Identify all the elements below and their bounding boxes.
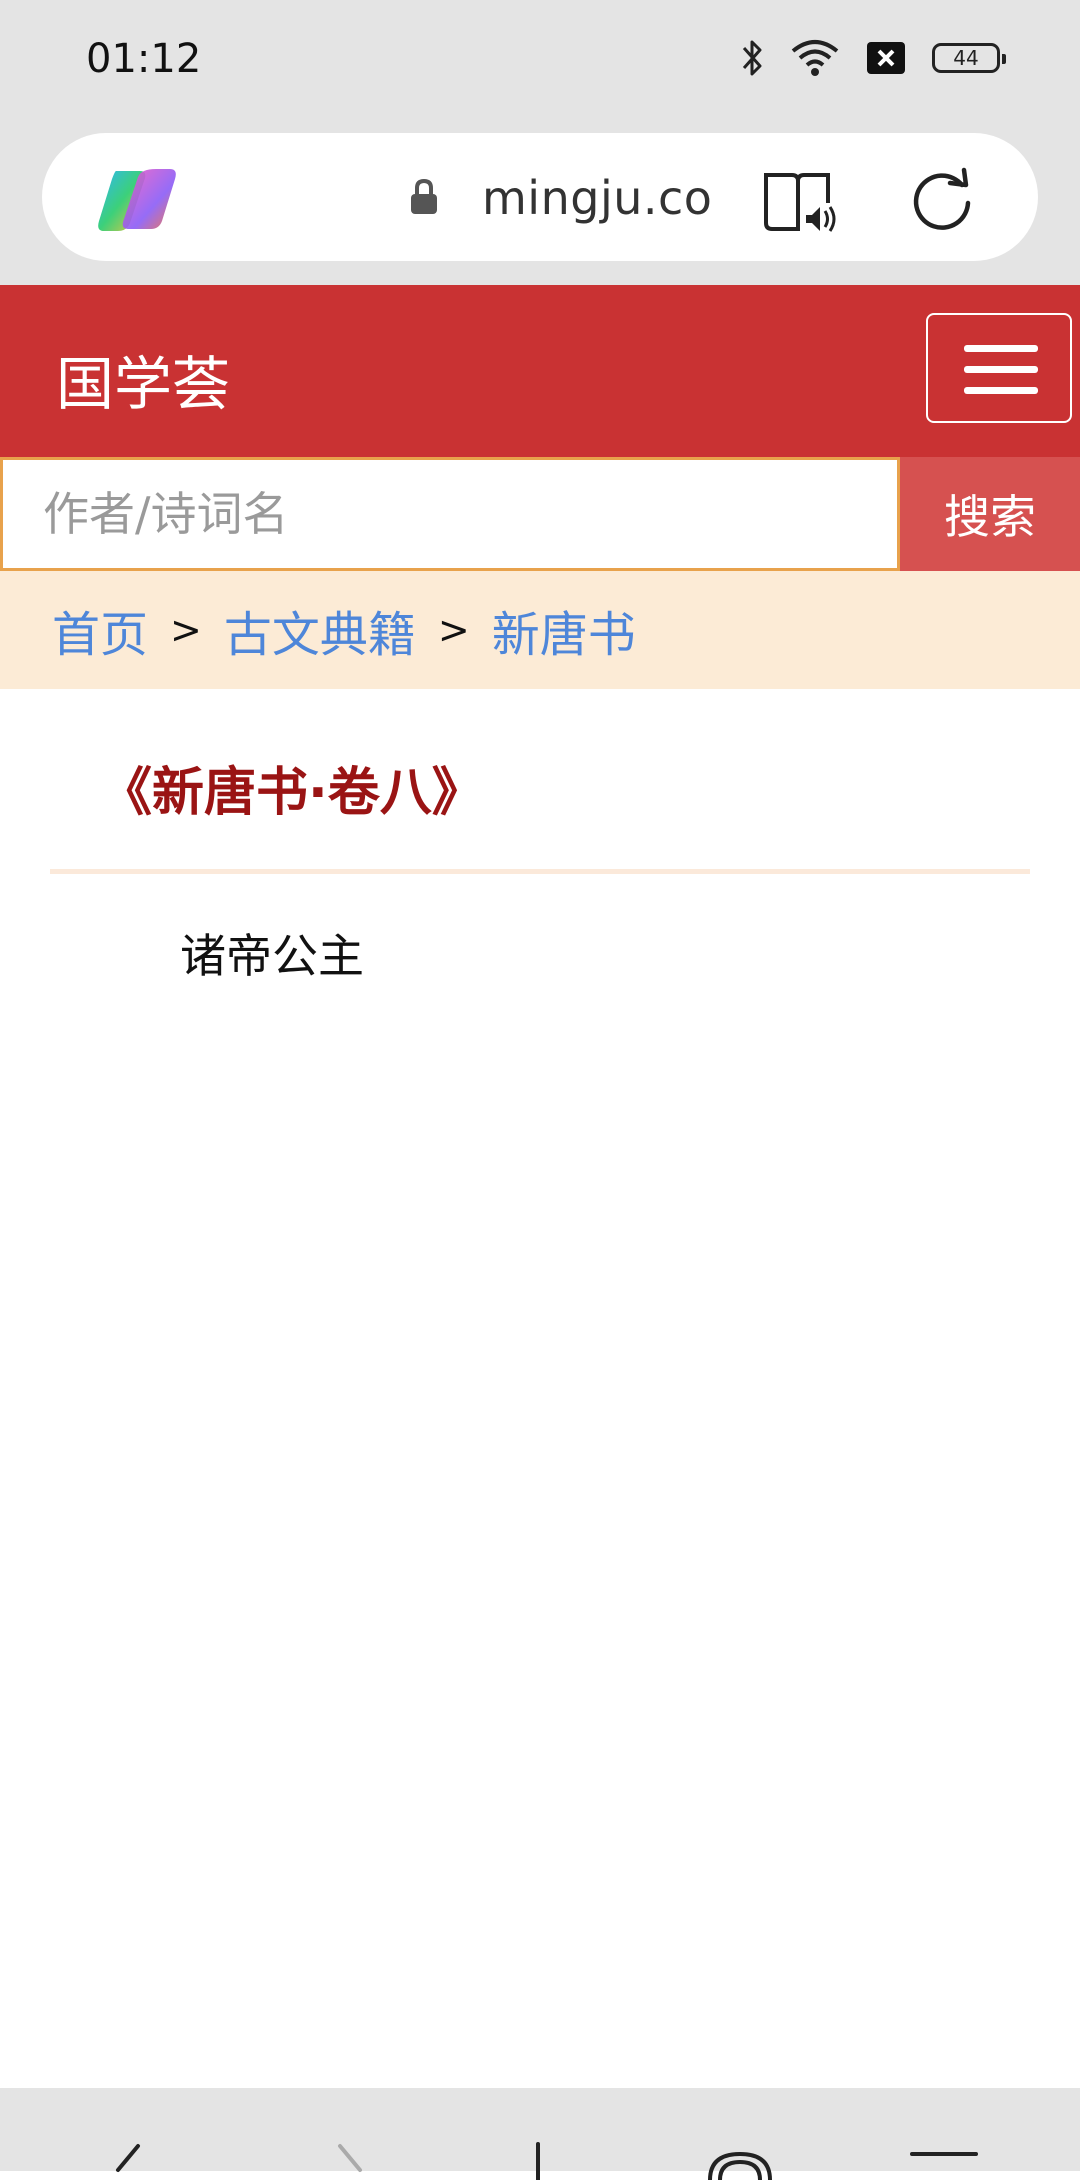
chapter-link[interactable]: 诸帝公主 [180,920,364,986]
bluetooth-icon [740,38,764,78]
copilot-icon[interactable] [96,165,178,235]
forward-icon[interactable] [334,2140,374,2180]
breadcrumb: 首页 > 古文典籍 > 新唐书 [0,571,1080,689]
search-button[interactable]: 搜索 [900,457,1080,571]
back-icon[interactable] [104,2140,144,2180]
lock-icon [408,177,440,217]
wifi-icon [790,39,840,77]
status-icons: 44 [740,38,1006,78]
breadcrumb-separator: > [170,608,202,652]
page-title: 《新唐书·卷八》 [100,763,484,823]
hamburger-menu-icon [964,366,1038,373]
battery-icon: 44 [932,43,1006,73]
hamburger-menu-icon [964,345,1038,352]
search-bar: 搜索 [0,457,1080,571]
address-bar[interactable]: mingju.co [42,133,1038,261]
hamburger-menu-button[interactable] [926,313,1072,423]
site-header: 国学荟 [0,285,1080,457]
battery-level: 44 [953,46,979,70]
new-tab-icon[interactable] [518,2140,558,2180]
status-bar: 01:12 44 [0,0,1080,125]
breadcrumb-separator: > [437,608,470,652]
tabs-icon[interactable] [700,2140,780,2180]
divider [50,869,1030,874]
reload-icon[interactable] [910,167,976,233]
read-aloud-icon[interactable] [762,169,838,237]
browser-bottom-nav [0,2088,1080,2180]
site-title[interactable]: 国学荟 [56,337,230,421]
hamburger-menu-icon [964,387,1038,394]
url-text[interactable]: mingju.co [482,171,712,225]
breadcrumb-book[interactable]: 新唐书 [492,595,636,665]
status-time: 01:12 [86,36,202,82]
search-input[interactable] [0,457,900,571]
menu-icon[interactable] [904,2140,984,2180]
breadcrumb-home[interactable]: 首页 [52,595,148,665]
breadcrumb-classics[interactable]: 古文典籍 [224,595,416,665]
notification-x-icon [866,41,906,75]
browser-toolbar: mingju.co [0,125,1080,285]
